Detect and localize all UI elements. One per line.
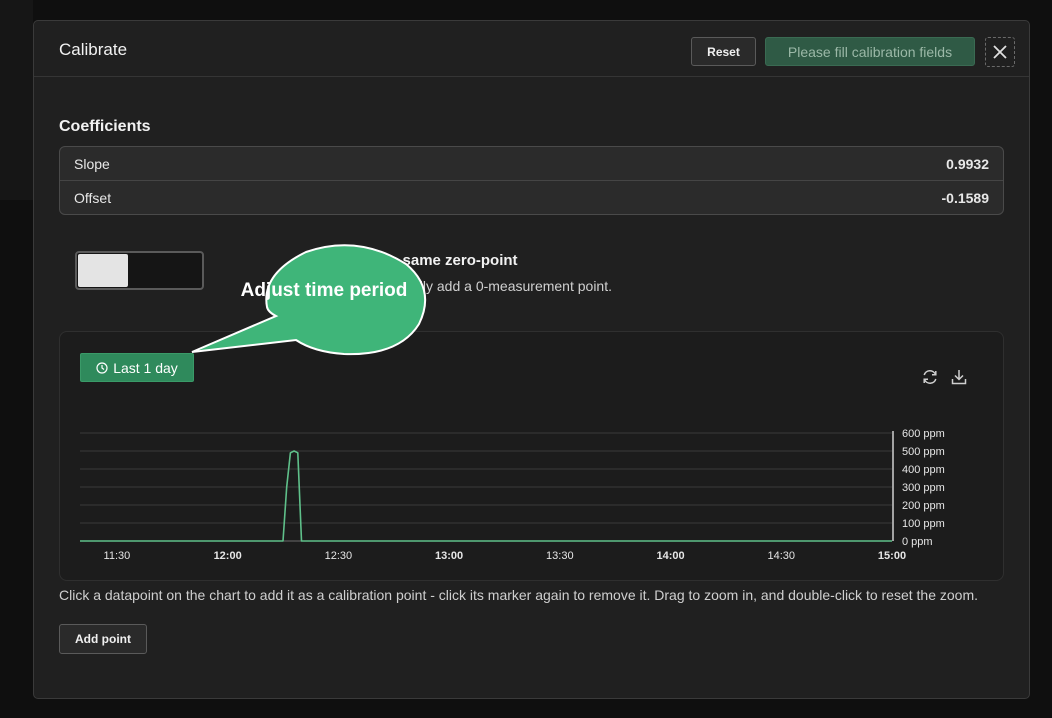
y-tick-label: 0 ppm [902, 536, 933, 548]
reset-button[interactable]: Reset [691, 37, 756, 66]
coefficient-label: Slope [74, 155, 110, 172]
time-period-label: Last 1 day [113, 359, 178, 376]
coefficient-value: 0.9932 [946, 155, 989, 172]
coefficient-label: Offset [74, 190, 112, 206]
coefficient-row-offset: Offset -0.1589 [60, 181, 1003, 214]
x-tick-label: 15:00 [878, 550, 906, 561]
y-tick-label: 600 ppm [902, 428, 945, 440]
chart-hint: Click a datapoint on the chart to add it… [59, 587, 979, 603]
series-line [80, 450, 892, 542]
zero-point-description: ally add a 0-measurement point. [412, 278, 612, 294]
y-tick-label: 200 ppm [902, 500, 945, 512]
close-button[interactable] [985, 37, 1015, 67]
x-tick-label: 13:00 [435, 550, 463, 561]
dialog-header: Calibrate Reset Please fill calibration … [34, 21, 1029, 77]
submit-calibration-button[interactable]: Please fill calibration fields [765, 37, 975, 66]
clock-icon [96, 361, 108, 374]
x-tick-label: 12:30 [325, 550, 353, 561]
y-tick-label: 500 ppm [902, 446, 945, 458]
refresh-icon[interactable] [920, 367, 940, 387]
x-tick-label: 11:30 [104, 550, 131, 561]
calibrate-dialog: Calibrate Reset Please fill calibration … [33, 20, 1030, 699]
close-icon [993, 45, 1007, 59]
toggle-knob [78, 254, 128, 287]
x-tick-label: 13:30 [546, 550, 574, 561]
y-tick-label: 100 ppm [902, 518, 945, 530]
backdrop-panel [0, 0, 33, 200]
x-tick-label: 14:00 [656, 550, 684, 561]
coefficients-title: Coefficients [59, 118, 151, 135]
y-tick-label: 300 ppm [902, 482, 945, 494]
dialog-title: Calibrate [59, 40, 128, 59]
x-tick-label: 14:30 [768, 550, 796, 561]
coefficient-value: -0.1589 [941, 190, 989, 206]
callout-text: Adjust time period [240, 280, 408, 301]
coefficients-table: Slope 0.9932 Offset -0.1589 [59, 146, 1004, 215]
download-icon[interactable] [949, 367, 969, 387]
callout-bubble [191, 244, 427, 356]
y-tick-label: 400 ppm [902, 464, 945, 476]
add-point-button[interactable]: Add point [59, 624, 147, 654]
x-tick-label: 12:00 [214, 550, 242, 561]
line-chart[interactable]: 600 ppm 500 ppm 400 ppm 300 ppm 200 ppm 100 p… [70, 421, 990, 561]
coefficient-row-slope: Slope 0.9932 [60, 147, 1003, 181]
